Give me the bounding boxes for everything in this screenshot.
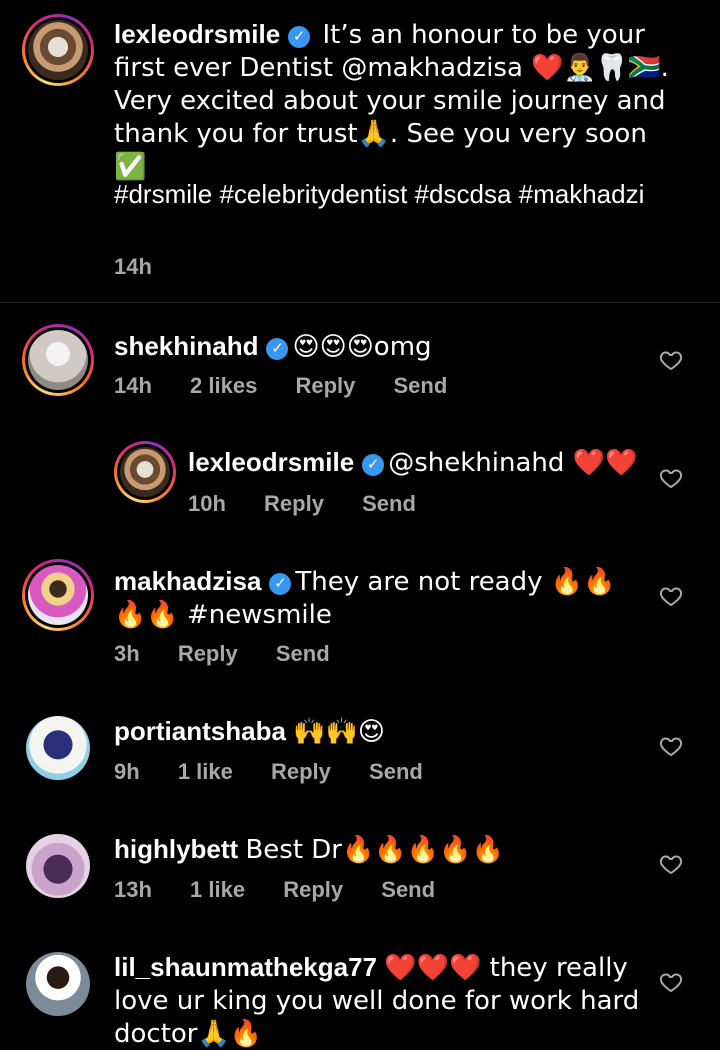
caption-text: lexleodrsmile ✓ It’s an honour to be your… [114,19,669,182]
heart-outline-icon[interactable] [659,734,683,758]
comment-time: 14h [114,373,152,398]
verified-badge-icon: ✓ [362,454,385,476]
commenter-avatar[interactable] [114,441,176,503]
send-button[interactable]: Send [362,491,416,516]
send-button[interactable]: Send [276,641,330,666]
commenter-avatar[interactable] [26,716,90,780]
comment-time: 3h [114,641,140,666]
comment-time: 10h [188,491,226,516]
heart-outline-icon[interactable] [659,970,683,994]
verified-badge-icon: ✓ [288,26,311,48]
verified-badge-icon: ✓ [269,573,292,595]
heart-outline-icon[interactable] [659,348,683,372]
caption-username[interactable]: lexleodrsmile [114,19,280,49]
comment-meta: 9h 1 like Reply Send [114,758,455,786]
caption-hashtags[interactable]: #drsmile #celebritydentist #dscdsa #makh… [114,178,674,210]
verified-badge-icon: ✓ [266,338,289,360]
comment-text: portiantshaba 🙌🙌😍 [114,716,386,747]
comment-text: lil_shaunmathekga77 ❤️❤️❤️ they really l… [114,952,640,1049]
comment-text: highlybett Best Dr🔥🔥🔥🔥🔥 [114,834,504,865]
comment-username[interactable]: lexleodrsmile [188,447,354,477]
reply-button[interactable]: Reply [178,641,238,666]
send-button[interactable]: Send [369,759,423,784]
commenter-avatar[interactable] [22,559,94,631]
comment-username[interactable]: portiantshaba [114,716,286,746]
commenter-avatar[interactable] [26,952,90,1016]
caption-author-avatar[interactable] [22,14,94,86]
caption-meta: 14h [114,253,184,281]
comment-time: 9h [114,759,140,784]
reply-button[interactable]: Reply [283,877,343,902]
comment-username[interactable]: lil_shaunmathekga77 [114,952,377,982]
caption-time: 14h [114,254,152,279]
reply-button[interactable]: Reply [264,491,324,516]
comment-likes[interactable]: 2 likes [190,373,257,398]
heart-outline-icon[interactable] [659,466,683,490]
comment-meta: 13h 1 like Reply Send [114,876,467,904]
send-button[interactable]: Send [381,877,435,902]
send-button[interactable]: Send [394,373,448,398]
comment-text: lexleodrsmile ✓ @shekhinahd ❤️❤️ [188,447,638,478]
comment-likes[interactable]: 1 like [190,877,245,902]
comment-username[interactable]: makhadzisa [114,566,261,596]
comment-text: makhadzisa ✓ They are not ready 🔥🔥🔥🔥 #news… [114,566,616,630]
post-caption: lexleodrsmile ✓ It’s an honour to be your… [0,0,720,302]
comment-likes[interactable]: 1 like [178,759,233,784]
commenter-avatar[interactable] [22,324,94,396]
comment-meta: 14h 2 likes Reply Send [114,372,479,400]
heart-outline-icon[interactable] [659,852,683,876]
reply-button[interactable]: Reply [295,373,355,398]
comment-meta: 10h Reply Send [188,490,448,518]
divider [0,302,720,303]
reply-button[interactable]: Reply [271,759,331,784]
commenter-avatar[interactable] [26,834,90,898]
comment-username[interactable]: shekhinahd [114,331,258,361]
comment-time: 13h [114,877,152,902]
comment-username[interactable]: highlybett [114,834,238,864]
heart-outline-icon[interactable] [659,584,683,608]
comment-meta: 3h Reply Send [114,640,362,668]
comment-text: shekhinahd ✓ 😍😍😍omg [114,331,432,362]
